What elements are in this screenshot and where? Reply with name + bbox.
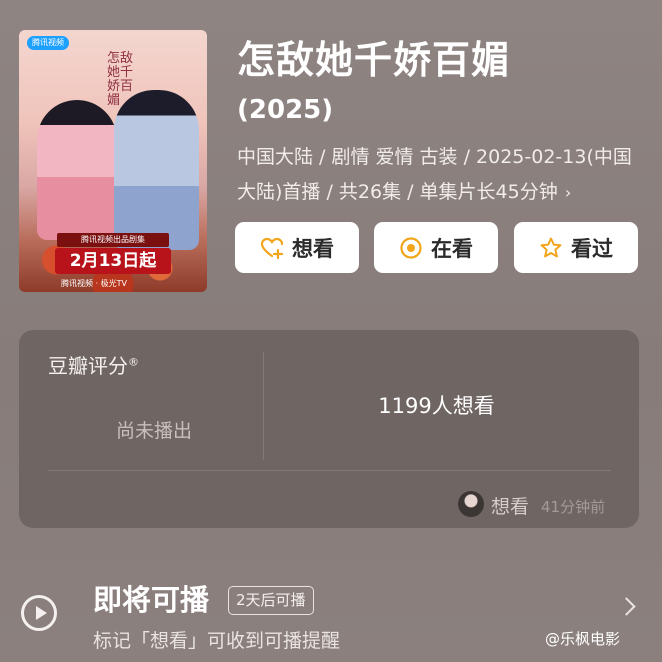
poster-title: 怎敌她千娇百媚 [107, 51, 134, 108]
avatar[interactable] [458, 491, 484, 517]
rating-label: 豆瓣评分® [48, 350, 139, 379]
target-circle-icon [400, 236, 422, 259]
rating-label-text: 豆瓣评分 [48, 354, 128, 378]
poster-ribbon: 腾讯视频出品剧集 [57, 233, 169, 247]
poster-logos: 腾讯视频 · 极光TV [61, 279, 127, 288]
chevron-right-icon: › [559, 183, 572, 202]
vertical-divider [263, 352, 264, 460]
star-icon [540, 237, 562, 257]
watching-label: 在看 [431, 236, 473, 261]
activity-action: 想看 [491, 496, 530, 518]
want-to-watch-button[interactable]: 想看 [235, 222, 359, 273]
registered-mark: ® [128, 355, 139, 369]
show-meta-text: 中国大陆 / 剧情 爱情 古装 / 2025-02-13(中国大陆)首播 / 共… [237, 146, 632, 203]
poster-image[interactable]: 腾讯视频 怎敌她千娇百媚 腾讯视频出品剧集 2月13日起 腾讯视频 · 极光TV [19, 30, 207, 292]
horizontal-divider [48, 470, 611, 471]
platform-badge: 腾讯视频 [27, 36, 69, 50]
rating-panel: 豆瓣评分® 尚未播出 1199人想看 想看 41分钟前 [19, 330, 639, 528]
show-year: (2025) [237, 95, 334, 125]
watched-button[interactable]: 看过 [514, 222, 638, 273]
want-to-watch-label: 想看 [292, 236, 334, 261]
poster-date-banner: 2月13日起 [55, 248, 171, 274]
upcoming-title[interactable]: 即将可播 [93, 581, 209, 619]
show-meta[interactable]: 中国大陆 / 剧情 爱情 古装 / 2025-02-13(中国大陆)首播 / 共… [237, 140, 649, 210]
play-icon[interactable] [21, 595, 57, 631]
watching-button[interactable]: 在看 [374, 222, 498, 273]
upcoming-badge: 2天后可播 [228, 586, 314, 615]
watched-label: 看过 [571, 236, 613, 261]
want-count[interactable]: 1199人想看 [299, 390, 574, 420]
show-title: 怎敌她千娇百媚 [237, 38, 511, 82]
heart-plus-icon [260, 237, 284, 259]
watermark: @乐枫电影 [545, 630, 621, 648]
rating-status: 尚未播出 [115, 420, 192, 442]
activity-time: 41分钟前 [541, 498, 606, 516]
upcoming-hint: 标记「想看」可收到可播提醒 [93, 630, 341, 652]
